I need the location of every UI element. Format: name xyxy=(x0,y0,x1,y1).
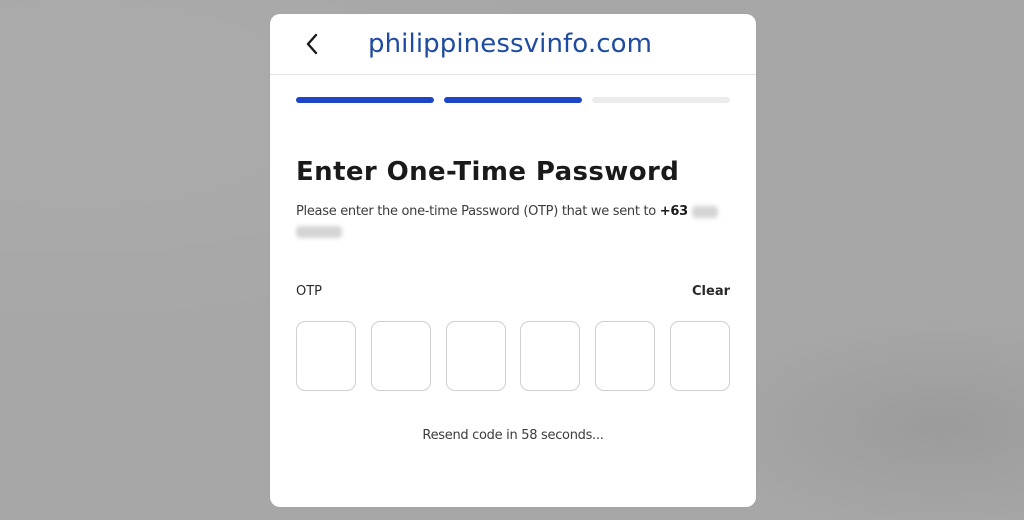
progress-step-1 xyxy=(296,97,434,103)
resend-countdown: Resend code in 58 seconds... xyxy=(270,427,756,445)
otp-instruction: Please enter the one-time Password (OTP)… xyxy=(296,203,736,239)
otp-digit-6[interactable] xyxy=(669,321,730,391)
otp-digit-3[interactable] xyxy=(445,321,506,391)
site-title: philippinessvinfo.com xyxy=(368,29,653,59)
redacted-phone-part-2 xyxy=(296,225,342,238)
otp-label: OTP xyxy=(296,284,323,299)
page-title: Enter One-Time Password xyxy=(296,157,680,187)
resend-suffix: seconds... xyxy=(537,428,604,443)
progress-step-2 xyxy=(444,97,582,103)
otp-digit-5[interactable] xyxy=(595,321,656,391)
redacted-phone-part-1 xyxy=(691,205,718,218)
chevron-left-icon xyxy=(306,33,318,55)
resend-seconds: 58 xyxy=(521,428,538,443)
phone-prefix: +63 xyxy=(659,204,688,219)
otp-card: philippinessvinfo.com Enter One-Time Pas… xyxy=(270,14,756,507)
progress-step-3 xyxy=(592,97,730,103)
instruction-text: Please enter the one-time Password (OTP)… xyxy=(296,204,660,219)
header-bar: philippinessvinfo.com xyxy=(270,14,756,75)
step-progress xyxy=(296,97,730,103)
otp-digit-2[interactable] xyxy=(370,321,431,391)
clear-button[interactable]: Clear xyxy=(692,283,730,301)
otp-digit-4[interactable] xyxy=(520,321,581,391)
resend-prefix: Resend code in xyxy=(422,428,522,443)
back-button[interactable] xyxy=(296,28,328,60)
otp-input-row xyxy=(296,321,730,395)
otp-digit-1[interactable] xyxy=(296,321,356,391)
